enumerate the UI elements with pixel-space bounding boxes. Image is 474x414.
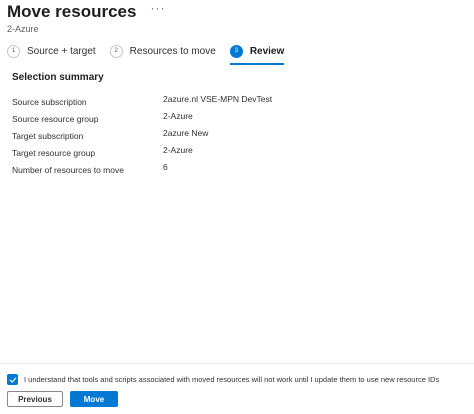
footer-buttons: Previous Move <box>7 391 118 407</box>
page-title: Move resources <box>7 2 137 21</box>
step-review[interactable]: 3 Review <box>229 42 285 65</box>
page-subtitle: 2-Azure <box>7 24 39 34</box>
previous-button[interactable]: Previous <box>7 391 63 407</box>
step-number-icon: 1 <box>7 44 20 58</box>
summary-value: 6 <box>163 162 168 172</box>
step-source-target[interactable]: 1 Source + target <box>7 42 96 60</box>
selection-summary-title: Selection summary <box>12 72 104 83</box>
step-label: Review <box>249 45 285 57</box>
consent-row: I understand that tools and scripts asso… <box>7 374 439 385</box>
move-button[interactable]: Move <box>70 391 118 407</box>
summary-row: Target resource group 2-Azure <box>12 145 312 162</box>
step-number-icon: 2 <box>109 44 123 58</box>
summary-label: Target resource group <box>12 148 96 158</box>
consent-text: I understand that tools and scripts asso… <box>24 375 440 384</box>
move-resources-page: Move resources ··· 2-Azure 1 Source + ta… <box>0 0 474 414</box>
summary-value: 2azure New <box>163 128 209 138</box>
summary-label: Source resource group <box>12 114 99 124</box>
more-options-icon[interactable]: ··· <box>150 1 165 15</box>
checkmark-icon <box>9 376 16 383</box>
step-label: Resources to move <box>129 45 216 57</box>
step-label: Source + target <box>27 45 96 57</box>
summary-label: Source subscription <box>12 97 87 107</box>
selection-summary: Source subscription 2azure.nl VSE-MPN De… <box>12 94 312 179</box>
title-row: Move resources ··· <box>7 0 165 22</box>
page-header: Move resources ··· 2-Azure <box>7 0 165 35</box>
wizard-steps: 1 Source + target 2 Resources to move 3 … <box>7 42 285 65</box>
step-resources-to-move[interactable]: 2 Resources to move <box>109 42 216 60</box>
summary-value: 2azure.nl VSE-MPN DevTest <box>163 94 273 104</box>
summary-row: Number of resources to move 6 <box>12 162 312 179</box>
summary-row: Source resource group 2-Azure <box>12 111 312 128</box>
summary-row: Source subscription 2azure.nl VSE-MPN De… <box>12 94 312 111</box>
summary-value: 2-Azure <box>163 145 193 155</box>
summary-value: 2-Azure <box>163 111 193 121</box>
footer-divider <box>0 363 474 364</box>
summary-label: Target subscription <box>12 131 84 141</box>
summary-label: Number of resources to move <box>12 165 124 175</box>
consent-checkbox[interactable] <box>7 374 18 385</box>
step-number-icon: 3 <box>229 44 243 58</box>
summary-row: Target subscription 2azure New <box>12 128 312 145</box>
